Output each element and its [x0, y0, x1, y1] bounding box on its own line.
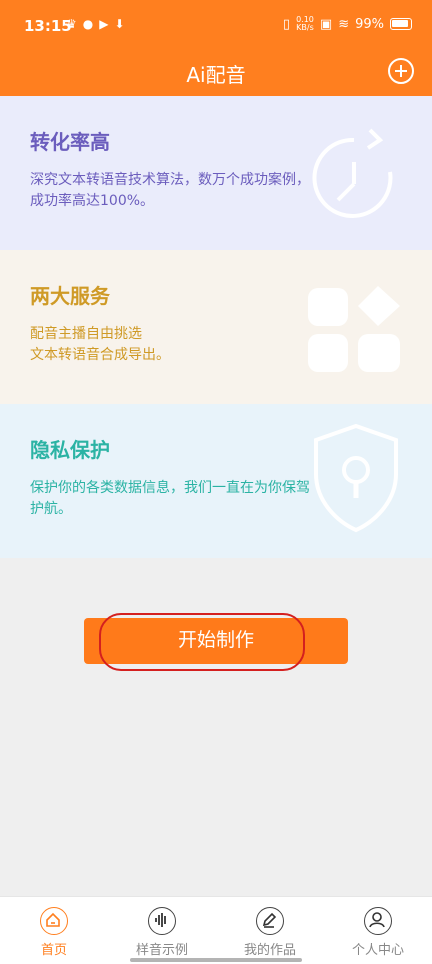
battery-icon: [390, 18, 412, 30]
highlight-annotation: [99, 613, 305, 671]
bottom-tab-bar: 首页 样音示例 我的作品 个人中心: [0, 896, 432, 964]
user-icon: [364, 907, 392, 935]
status-bar: 13:15 ♛ ● ▶ ⬇ ▯ 0.10 KB/s ▣ ≋ 99%: [0, 0, 432, 50]
tab-samples[interactable]: 样音示例: [108, 897, 216, 964]
notification-icons: ♛ ● ▶ ⬇: [66, 17, 125, 31]
feature-card-services: 两大服务 配音主播自由挑选 文本转语音合成导出。: [0, 250, 432, 404]
home-icon: [40, 907, 68, 935]
page-title: Ai配音: [186, 63, 246, 87]
tab-label: 个人中心: [351, 943, 404, 958]
card-description: 深究文本转语音技术算法，数万个成功案例，成功率高达100%。: [30, 172, 310, 209]
status-time: 13:15: [24, 17, 72, 35]
tab-home[interactable]: 首页: [0, 897, 108, 964]
play-icon: ▶: [99, 17, 109, 31]
tab-profile[interactable]: 个人中心: [324, 897, 432, 964]
download-icon: ⬇: [114, 17, 125, 31]
tab-my-works[interactable]: 我的作品: [216, 897, 324, 964]
home-indicator[interactable]: [130, 958, 302, 962]
feature-card-privacy: 隐私保护 保护你的各类数据信息，我们一直在为你保驾护航。: [0, 404, 432, 558]
clock-refresh-icon: [312, 128, 393, 218]
card-title: 转化率高: [30, 130, 110, 154]
battery-percent: 99%: [355, 16, 384, 32]
card-title: 两大服务: [30, 284, 110, 308]
pencil-icon: [256, 907, 284, 935]
shield-lock-icon: [314, 423, 398, 533]
net-speed: 0.10 KB/s: [296, 15, 314, 32]
status-right: ▯ 0.10 KB/s ▣ ≋ 99%: [283, 16, 412, 32]
app-header: Ai配音: [0, 50, 432, 96]
app-notification-icon: ●: [82, 17, 94, 31]
crown-icon: ♛: [66, 17, 77, 31]
tab-label: 样音示例: [135, 943, 188, 958]
wifi-icon: ≋: [338, 16, 350, 32]
tab-label: 首页: [40, 943, 67, 958]
sim-icon: ▣: [319, 16, 333, 32]
card-description: 配音主播自由挑选 文本转语音合成导出。: [30, 326, 170, 363]
tab-label: 我的作品: [243, 943, 296, 958]
grid-icon: [308, 286, 400, 372]
add-button[interactable]: [388, 58, 414, 84]
waveform-icon: [148, 907, 176, 935]
vibrate-icon: ▯: [282, 16, 291, 32]
feature-card-conversion: 转化率高 深究文本转语音技术算法，数万个成功案例，成功率高达100%。: [0, 96, 432, 250]
card-description: 保护你的各类数据信息，我们一直在为你保驾护航。: [30, 480, 310, 517]
card-title: 隐私保护: [30, 438, 110, 462]
